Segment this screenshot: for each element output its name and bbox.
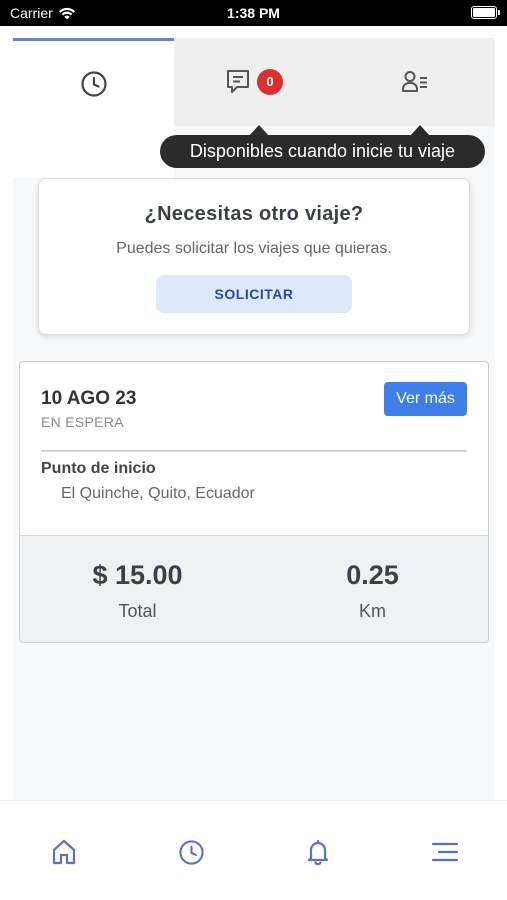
tooltip-arrow-chat bbox=[249, 125, 269, 136]
start-point-label: Punto de inicio bbox=[41, 460, 156, 477]
trip-tabs: 0 bbox=[13, 38, 495, 178]
start-point-value: El Quinche, Quito, Ecuador bbox=[61, 485, 255, 502]
bell-icon bbox=[307, 839, 329, 866]
tooltip-arrow-profile bbox=[410, 125, 430, 136]
stat-total: $ 15.00 Total bbox=[20, 560, 255, 622]
tab-history[interactable] bbox=[13, 38, 174, 178]
trip-date: 10 AGO 23 bbox=[41, 388, 137, 409]
request-trip-card: ¿Necesitas otro viaje? Puedes solicitar … bbox=[38, 178, 470, 335]
nav-home[interactable] bbox=[49, 837, 79, 867]
request-card-title: ¿Necesitas otro viaje? bbox=[144, 203, 364, 225]
view-more-button[interactable]: Ver más bbox=[384, 382, 467, 416]
nav-history[interactable] bbox=[176, 837, 206, 867]
status-time: 1:38 PM bbox=[227, 5, 280, 21]
trip-card: 10 AGO 23 EN ESPERA Ver más Punto de ini… bbox=[19, 361, 489, 643]
stat-distance: 0.25 Km bbox=[255, 560, 488, 622]
trip-divider bbox=[41, 450, 467, 452]
trip-stats: $ 15.00 Total 0.25 Km bbox=[20, 535, 488, 642]
distance-label: Km bbox=[359, 601, 386, 621]
status-bar: Carrier 1:38 PM bbox=[0, 0, 507, 26]
bottom-nav bbox=[0, 800, 507, 900]
request-trip-button[interactable]: SOLICITAR bbox=[156, 275, 352, 313]
chat-icon bbox=[227, 70, 249, 93]
distance-value: 0.25 bbox=[346, 560, 399, 590]
trip-status: EN ESPERA bbox=[41, 414, 124, 430]
tabs-unavailable-tooltip: Disponibles cuando inicie tu viaje bbox=[160, 125, 485, 168]
chat-count-badge: 0 bbox=[257, 69, 283, 95]
home-icon bbox=[52, 839, 76, 865]
total-label: Total bbox=[118, 601, 157, 621]
request-card-subtitle: Puedes solicitar los viajes que quieras. bbox=[116, 240, 392, 257]
total-value: $ 15.00 bbox=[92, 560, 183, 590]
profile-list-icon bbox=[401, 71, 427, 92]
nav-notifications[interactable] bbox=[303, 837, 333, 867]
tab-chat[interactable]: 0 bbox=[174, 38, 334, 126]
tab-profile[interactable] bbox=[334, 38, 495, 126]
clock-icon bbox=[178, 839, 204, 865]
clock-icon bbox=[80, 70, 107, 97]
nav-menu[interactable] bbox=[430, 837, 460, 867]
battery-icon bbox=[471, 6, 500, 19]
menu-icon bbox=[431, 842, 459, 862]
tooltip-text: Disponibles cuando inicie tu viaje bbox=[189, 141, 456, 161]
